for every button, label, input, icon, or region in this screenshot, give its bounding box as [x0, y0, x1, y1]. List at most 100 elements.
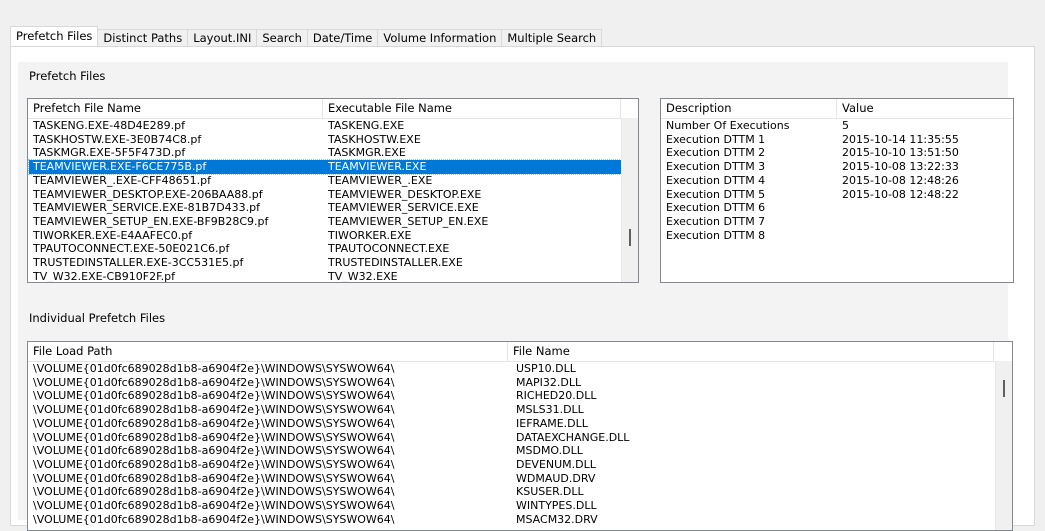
column-header-file-name[interactable]: File Name [508, 342, 994, 361]
executable-file-name: TEAMVIEWER_DESKTOP.EXE [328, 187, 482, 201]
file-load-path: \VOLUME{01d0fc689028d1b8-a6904f2e}\WINDO… [33, 416, 395, 430]
details-list-header: Description Value [661, 99, 1013, 119]
description-cell: Execution DTTM 7 [666, 214, 766, 228]
scrollbar-thumb[interactable] [1003, 380, 1005, 397]
list-item[interactable]: \VOLUME{01d0fc689028d1b8-a6904f2e}\WINDO… [29, 417, 995, 431]
tab-multiple-search[interactable]: Multiple Search [501, 29, 603, 46]
description-cell: Execution DTTM 5 [666, 187, 766, 201]
column-header-prefetch-file-name[interactable]: Prefetch File Name [28, 99, 323, 118]
description-cell: Execution DTTM 1 [666, 132, 766, 146]
list-item[interactable]: TEAMVIEWER_DESKTOP.EXE-206BAA88.pf TEAMVI… [29, 188, 621, 202]
prefetch-details-list[interactable]: Description Value Number Of Executions 5 E… [660, 98, 1014, 283]
list-item[interactable]: Execution DTTM 5 2015-10-08 12:48:22 [662, 188, 1012, 202]
prefetch-files-list[interactable]: Prefetch File Name Executable File Name … [27, 98, 639, 283]
list-item[interactable]: \VOLUME{01d0fc689028d1b8-a6904f2e}\WINDO… [29, 389, 995, 403]
tab-date-time[interactable]: Date/Time [306, 29, 379, 46]
list-item[interactable]: \VOLUME{01d0fc689028d1b8-a6904f2e}\WINDO… [29, 376, 995, 390]
file-name: WDMAUD.DRV [516, 471, 596, 485]
file-load-path: \VOLUME{01d0fc689028d1b8-a6904f2e}\WINDO… [33, 389, 395, 403]
file-name: DATAEXCHANGE.DLL [516, 430, 630, 444]
value-cell: 2015-10-08 12:48:22 [842, 187, 959, 201]
list-item[interactable]: \VOLUME{01d0fc689028d1b8-a6904f2e}\WINDO… [29, 458, 995, 472]
individual-prefetch-files-list[interactable]: File Load Path File Name \VOLUME{01d0fc6… [27, 341, 1013, 531]
executable-file-name: TRUSTEDINSTALLER.EXE [328, 256, 463, 269]
list-item[interactable]: Execution DTTM 3 2015-10-08 13:22:33 [662, 160, 1012, 174]
value-cell: 2015-10-08 13:22:33 [842, 160, 959, 174]
file-name: USP10.DLL [516, 362, 576, 375]
list-item[interactable]: \VOLUME{01d0fc689028d1b8-a6904f2e}\WINDO… [29, 444, 995, 458]
file-name: MSDMO.DLL [516, 444, 583, 458]
list-item[interactable]: TASKMGR.EXE-5F5F473D.pf TASKMGR.EXE [29, 146, 621, 160]
executable-file-name: TASKHOSTW.EXE [328, 132, 421, 146]
scrollbar-thumb[interactable] [629, 229, 631, 246]
list-item[interactable]: TEAMVIEWER_SETUP_EN.EXE-BF9B28C9.pf TEAMV… [29, 215, 621, 229]
list-item[interactable]: TV_W32.EXE-CB910F2F.pf TV_W32.EXE [29, 269, 621, 283]
list-item[interactable]: \VOLUME{01d0fc689028d1b8-a6904f2e}\WINDO… [29, 362, 995, 376]
list-item[interactable]: TEAMVIEWER.EXE-F6CE775B.pf TEAMVIEWER.EXE [28, 159, 622, 175]
prefetch-file-name: TPAUTOCONNECT.EXE-50E021C6.pf [33, 242, 230, 256]
column-header-description[interactable]: Description [661, 99, 837, 118]
prefetch-list-header: Prefetch File Name Executable File Name [28, 99, 638, 119]
list-item[interactable]: \VOLUME{01d0fc689028d1b8-a6904f2e}\WINDO… [29, 499, 995, 513]
prefetch-list-scrollbar[interactable] [621, 118, 638, 282]
prefetch-file-name: TEAMVIEWER_SETUP_EN.EXE-BF9B28C9.pf [33, 214, 269, 228]
list-item[interactable]: TEAMVIEWER_.EXE-CFF48651.pf TEAMVIEWER_.E… [29, 174, 621, 188]
prefetch-file-name: TV_W32.EXE-CB910F2F.pf [33, 269, 175, 283]
value-cell: 5 [842, 119, 849, 132]
list-item[interactable]: TRUSTEDINSTALLER.EXE-3CC531E5.pf TRUSTEDI… [29, 256, 621, 270]
list-item[interactable]: Execution DTTM 1 2015-10-14 11:35:55 [662, 133, 1012, 147]
executable-file-name: TEAMVIEWER.EXE [328, 160, 427, 174]
column-header-value[interactable]: Value [837, 99, 1013, 118]
list-item[interactable]: Execution DTTM 6 [662, 201, 1012, 215]
column-header-file-load-path[interactable]: File Load Path [28, 342, 508, 361]
list-item[interactable]: Execution DTTM 8 [662, 229, 1012, 243]
list-item[interactable]: \VOLUME{01d0fc689028d1b8-a6904f2e}\WINDO… [29, 472, 995, 486]
file-load-path: \VOLUME{01d0fc689028d1b8-a6904f2e}\WINDO… [33, 403, 395, 417]
file-load-path: \VOLUME{01d0fc689028d1b8-a6904f2e}\WINDO… [33, 457, 395, 471]
file-load-path: \VOLUME{01d0fc689028d1b8-a6904f2e}\WINDO… [33, 499, 395, 512]
prefetch-file-name: TEAMVIEWER_SERVICE.EXE-81B7D433.pf [33, 201, 261, 215]
executable-file-name: TASKENG.EXE [328, 119, 405, 132]
executable-file-name: TEAMVIEWER_SERVICE.EXE [328, 201, 479, 215]
description-cell: Execution DTTM 3 [666, 160, 766, 174]
list-item[interactable]: \VOLUME{01d0fc689028d1b8-a6904f2e}\WINDO… [29, 431, 995, 445]
tab-distinct-paths[interactable]: Distinct Paths [97, 29, 189, 46]
list-item[interactable]: Execution DTTM 4 2015-10-08 12:48:26 [662, 174, 1012, 188]
executable-file-name: TEAMVIEWER_SETUP_EN.EXE [328, 214, 489, 228]
file-name: DEVENUM.DLL [516, 457, 596, 471]
files-list-header: File Load Path File Name [28, 342, 1012, 362]
list-item[interactable]: Execution DTTM 2 2015-10-10 13:51:50 [662, 146, 1012, 160]
prefetch-file-name: TIWORKER.EXE-E4AAFEC0.pf [33, 228, 193, 242]
file-name: KSUSER.DLL [516, 485, 584, 499]
tab-layout-ini[interactable]: Layout.INI [187, 29, 258, 46]
prefetch-group-label: Prefetch Files [29, 69, 106, 83]
tab-search[interactable]: Search [256, 29, 308, 46]
prefetch-file-name: TASKENG.EXE-48D4E289.pf [33, 119, 185, 132]
file-name: IEFRAME.DLL [516, 416, 588, 430]
list-item[interactable]: TEAMVIEWER_SERVICE.EXE-81B7D433.pf TEAMVI… [29, 201, 621, 215]
tab-volume-information[interactable]: Volume Information [377, 29, 503, 46]
column-header-executable-file-name[interactable]: Executable File Name [323, 99, 621, 118]
prefetch-file-name: TEAMVIEWER_.EXE-CFF48651.pf [33, 173, 211, 187]
list-item[interactable]: \VOLUME{01d0fc689028d1b8-a6904f2e}\WINDO… [29, 485, 995, 499]
list-item[interactable]: Number Of Executions 5 [662, 119, 1012, 133]
value-cell: 2015-10-08 12:48:26 [842, 173, 959, 187]
value-cell: 2015-10-14 11:35:55 [842, 132, 959, 146]
tab-prefetch-files[interactable]: Prefetch Files [10, 26, 99, 46]
file-name: MSLS31.DLL [516, 403, 584, 417]
file-name: MAPI32.DLL [516, 375, 582, 389]
description-cell: Execution DTTM 4 [666, 173, 766, 187]
file-load-path: \VOLUME{01d0fc689028d1b8-a6904f2e}\WINDO… [33, 444, 395, 458]
value-cell: 2015-10-10 13:51:50 [842, 146, 959, 160]
executable-file-name: TASKMGR.EXE [328, 146, 406, 160]
list-item[interactable]: Execution DTTM 7 [662, 215, 1012, 229]
prefetch-file-name: TEAMVIEWER.EXE-F6CE775B.pf [33, 160, 207, 174]
files-list-scrollbar[interactable] [995, 361, 1012, 530]
list-item[interactable]: TASKENG.EXE-48D4E289.pf TASKENG.EXE [29, 119, 621, 133]
list-item[interactable]: TPAUTOCONNECT.EXE-50E021C6.pf TPAUTOCONNE… [29, 242, 621, 256]
file-load-path: \VOLUME{01d0fc689028d1b8-a6904f2e}\WINDO… [33, 485, 395, 499]
prefetch-file-name: TEAMVIEWER_DESKTOP.EXE-206BAA88.pf [33, 187, 263, 201]
list-item[interactable]: TIWORKER.EXE-E4AAFEC0.pf TIWORKER.EXE [29, 229, 621, 243]
list-item[interactable]: \VOLUME{01d0fc689028d1b8-a6904f2e}\WINDO… [29, 403, 995, 417]
list-item[interactable]: TASKHOSTW.EXE-3E0B74C8.pf TASKHOSTW.EXE [29, 133, 621, 147]
